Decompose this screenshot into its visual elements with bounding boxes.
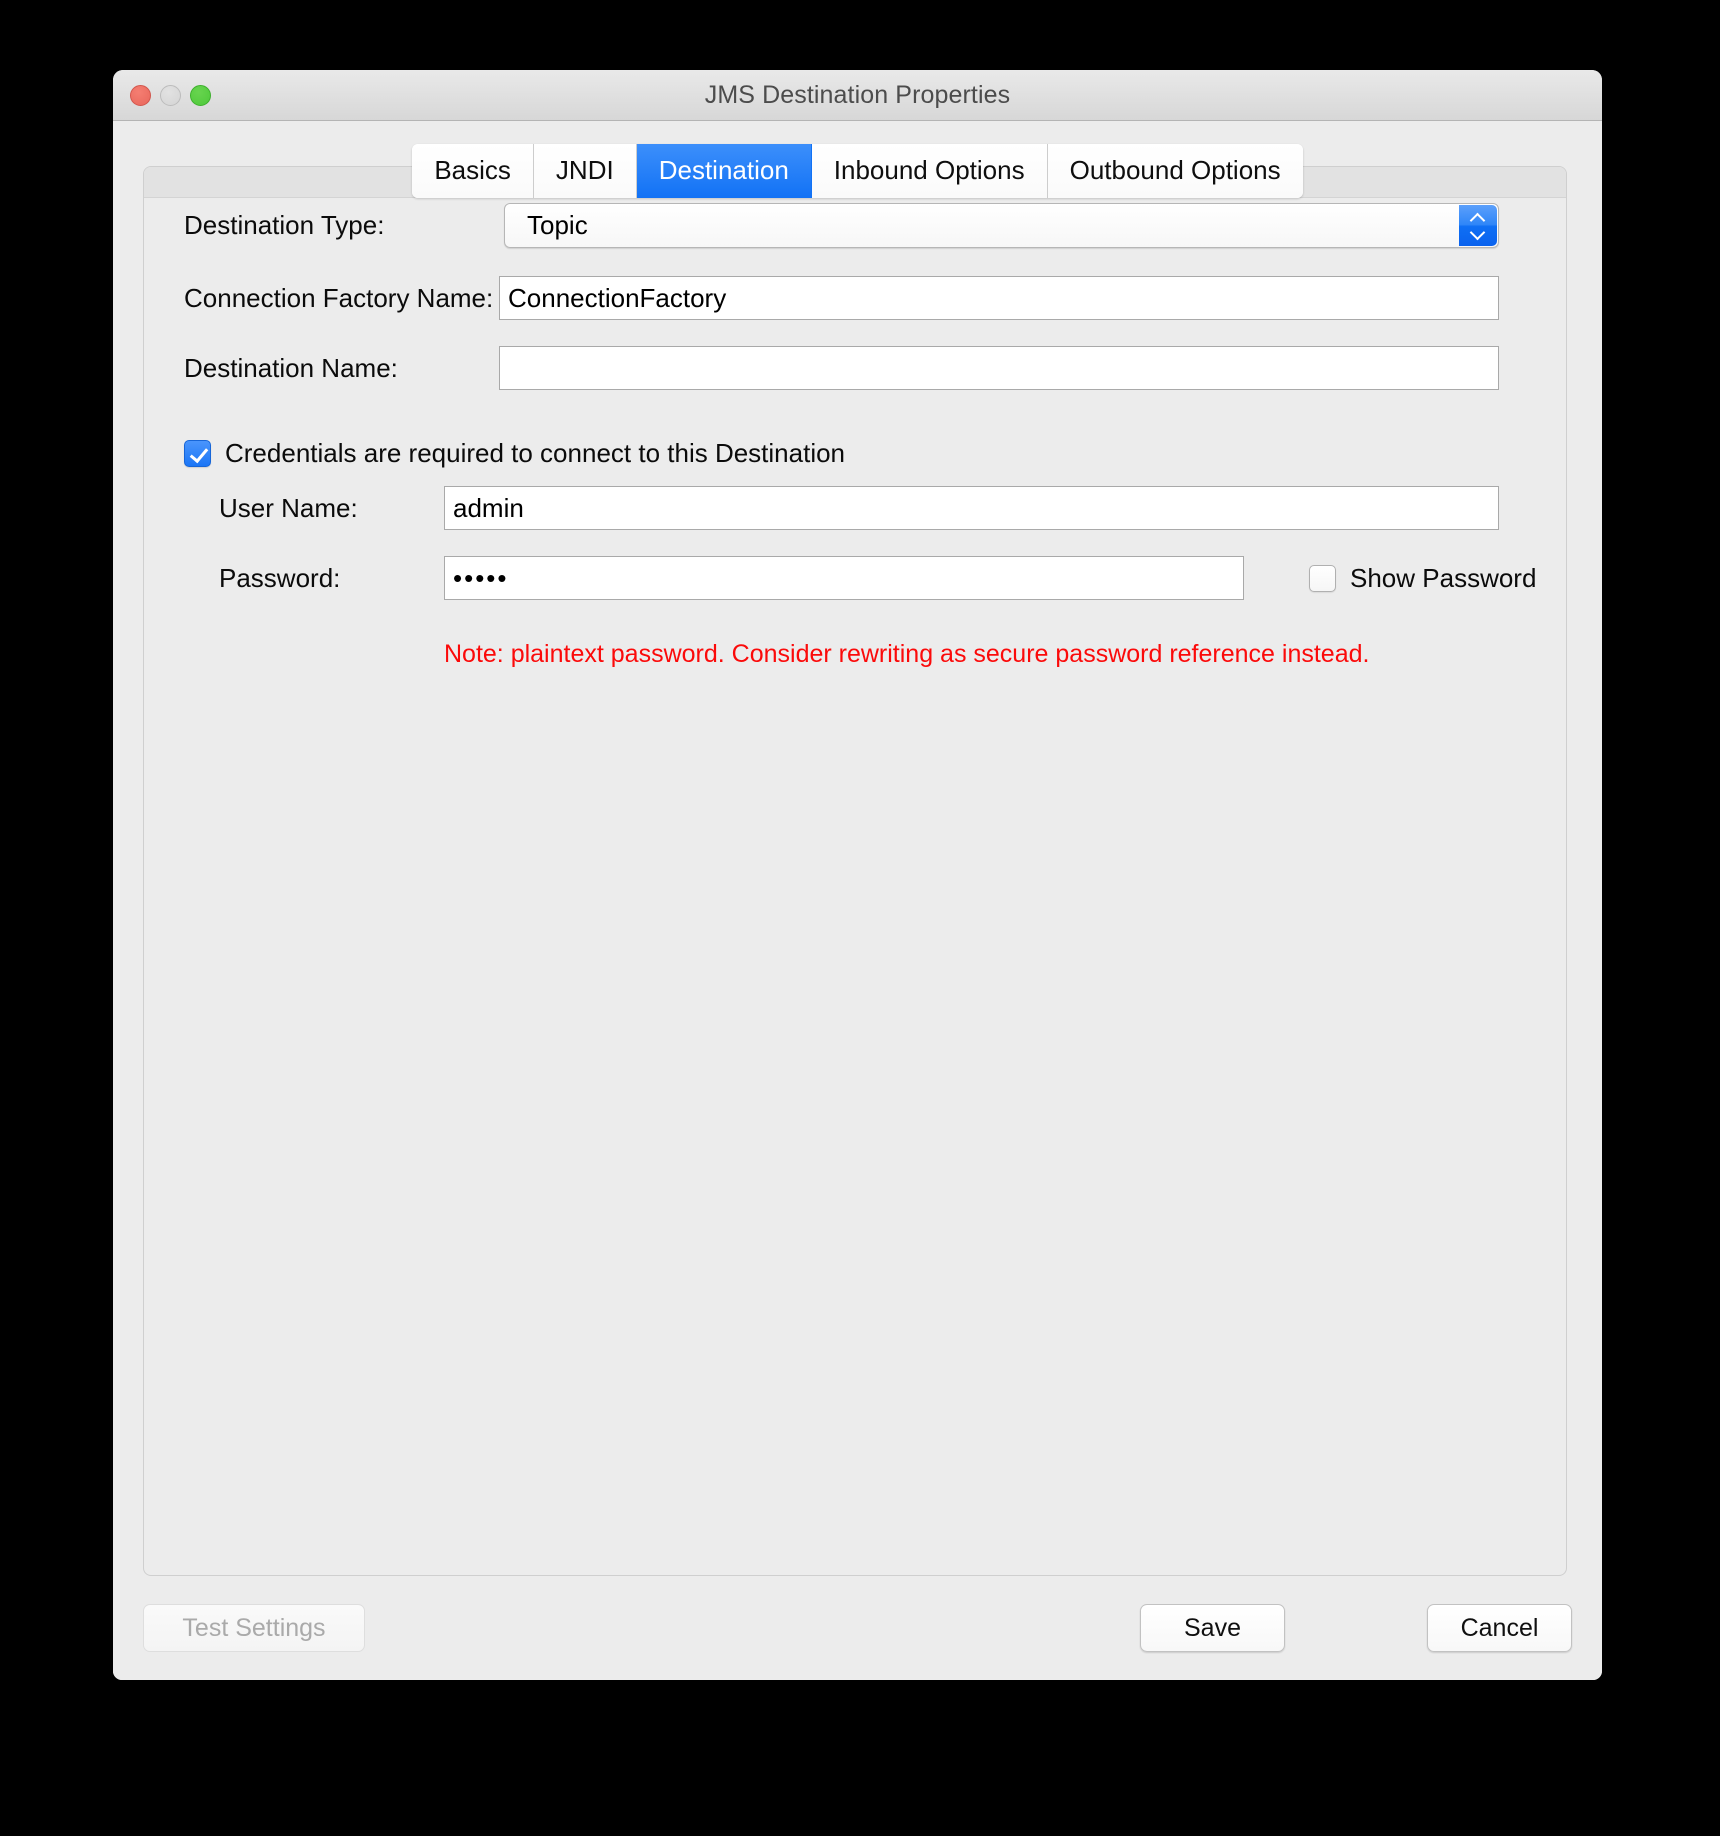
destination-type-label: Destination Type: (184, 209, 385, 240)
tab-jndi[interactable]: JNDI (533, 144, 637, 198)
window-titlebar: JMS Destination Properties (113, 70, 1602, 121)
jms-destination-properties-window: JMS Destination Properties Basics JNDI D… (113, 70, 1602, 1680)
cancel-button[interactable]: Cancel (1427, 1604, 1572, 1652)
plaintext-password-warning: Note: plaintext password. Consider rewri… (444, 640, 1370, 668)
show-password-label: Show Password (1350, 562, 1537, 593)
password-label: Password: (219, 562, 341, 593)
tab-inbound-options[interactable]: Inbound Options (811, 144, 1048, 198)
credentials-required-checkbox-row[interactable]: Credentials are required to connect to t… (184, 438, 845, 469)
credentials-required-label: Credentials are required to connect to t… (225, 438, 846, 468)
user-name-label: User Name: (219, 492, 358, 523)
chevron-up-down-icon[interactable] (1459, 204, 1497, 246)
show-password-checkbox-row[interactable]: Show Password (1309, 563, 1536, 594)
window-title: JMS Destination Properties (704, 81, 1011, 109)
password-input[interactable] (444, 556, 1244, 600)
credentials-required-checkbox[interactable] (184, 440, 211, 467)
destination-tab-panel: Destination Type: Topic Connection Facto… (143, 166, 1567, 1576)
connection-factory-label: Connection Factory Name: (184, 282, 494, 313)
save-button[interactable]: Save (1140, 1604, 1285, 1652)
destination-name-input[interactable] (499, 346, 1499, 390)
dialog-button-bar: Test Settings Save Cancel (113, 1576, 1602, 1680)
destination-type-value: Topic (527, 209, 588, 240)
tab-outbound-options[interactable]: Outbound Options (1047, 144, 1303, 198)
user-name-input[interactable] (444, 486, 1499, 530)
destination-name-label: Destination Name: (184, 352, 398, 383)
tab-destination[interactable]: Destination (636, 144, 812, 198)
window-body: Basics JNDI Destination Inbound Options … (113, 121, 1602, 1680)
show-password-checkbox[interactable] (1309, 564, 1336, 592)
destination-type-select[interactable]: Topic (504, 202, 1499, 248)
tab-basics[interactable]: Basics (412, 144, 534, 198)
panel-content: Destination Type: Topic Connection Facto… (144, 198, 1566, 1576)
test-settings-button[interactable]: Test Settings (143, 1604, 365, 1652)
connection-factory-input[interactable] (499, 276, 1499, 320)
